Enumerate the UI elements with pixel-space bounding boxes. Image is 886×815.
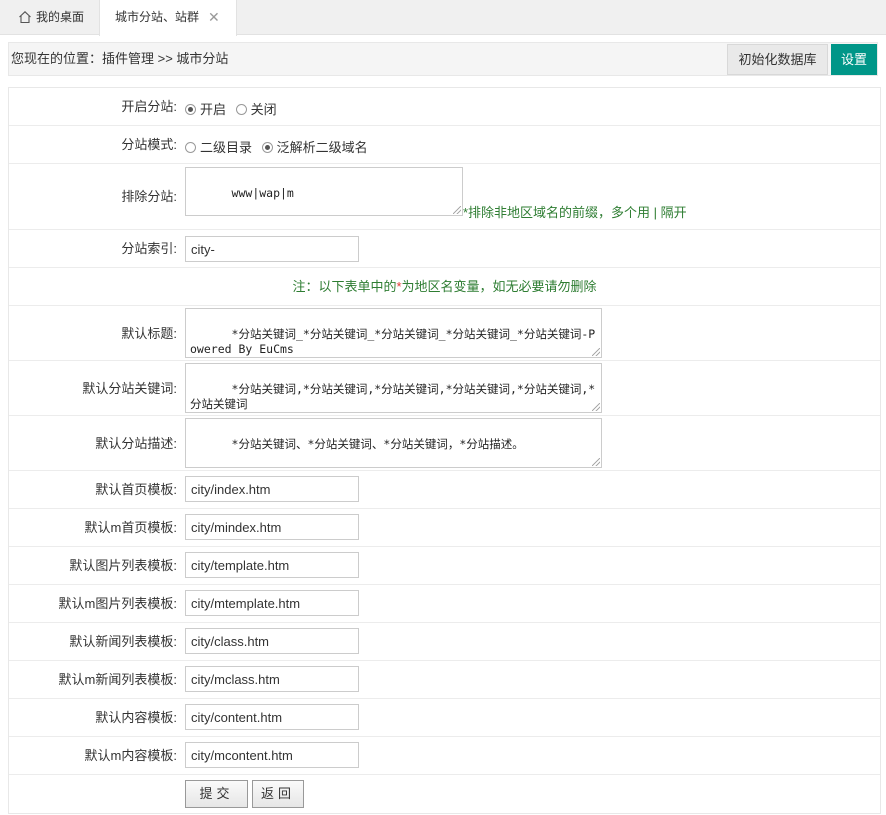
row-template-m-image-list: 默认m图片列表模板: [9,585,880,623]
tab-bar: 我的桌面 城市分站、站群 ✕ [0,0,886,36]
template-m-content-input[interactable] [185,742,359,768]
radio-icon[interactable] [261,142,273,153]
radio-label: 泛解析二级域名 [276,140,368,155]
template-label: 默认m首页模板: [84,520,177,535]
row-template-index: 默认首页模板: [9,471,880,509]
template-label: 默认内容模板: [95,710,177,725]
row-mode: 分站模式: 二级目录 泛解析二级域名 [9,126,880,164]
note-prefix: 注：以下表单中的 [292,279,397,294]
row-index: 分站索引: [9,230,880,268]
exclude-hint: *排除非地区域名的前缀，多个用 | 隔开 [463,205,687,220]
row-template-news-list: 默认新闻列表模板: [9,623,880,661]
template-label: 默认m内容模板: [84,748,177,763]
radio-mode-directory[interactable]: 二级目录 [185,137,252,156]
title-label: 默认标题: [121,326,177,341]
variable-note: 注：以下表单中的*为地区名变量，如无必要请勿删除 [9,268,880,306]
exclude-textarea[interactable]: www|wap|m [185,167,463,216]
location-bar: 您现在的位置：插件管理 >> 城市分站 初始化数据库 设置 [8,42,878,76]
tab-home[interactable]: 我的桌面 [0,0,98,35]
home-icon [19,11,31,24]
radio-enable-off[interactable]: 关闭 [235,99,277,118]
row-note: 注：以下表单中的*为地区名变量，如无必要请勿删除 [9,268,880,306]
template-label: 默认m新闻列表模板: [58,672,177,687]
row-description: 默认分站描述: *分站关键词、*分站关键词、*分站关键词，*分站描述。 [9,416,880,471]
description-value: *分站关键词、*分站关键词、*分站关键词，*分站描述。 [231,437,524,451]
index-input[interactable] [185,236,359,262]
row-enable: 开启分站: 开启 关闭 [9,88,880,126]
radio-label: 开启 [200,102,227,117]
index-label: 分站索引: [121,241,177,256]
row-template-content: 默认内容模板: [9,699,880,737]
template-label: 默认m图片列表模板: [58,596,177,611]
radio-icon[interactable] [185,104,196,115]
radio-label: 关闭 [250,102,277,117]
resize-handle-icon[interactable] [592,458,600,466]
template-label: 默认图片列表模板: [69,558,177,573]
enable-label: 开启分站: [121,99,177,114]
enable-options: 开启 关闭 [185,99,283,118]
template-label: 默认新闻列表模板: [69,634,177,649]
init-database-button[interactable]: 初始化数据库 [727,44,828,75]
template-m-news-list-input[interactable] [185,666,359,692]
row-keywords: 默认分站关键词: *分站关键词,*分站关键词,*分站关键词,*分站关键词,*分站… [9,361,880,416]
mode-label: 分站模式: [121,137,177,152]
resize-handle-icon[interactable] [453,206,461,214]
exclude-label: 排除分站: [121,189,177,204]
back-button[interactable]: 返回 [252,780,304,808]
tab-home-label: 我的桌面 [36,10,85,24]
settings-form: 开启分站: 开启 关闭 分站模式: 二级目录 泛解析二级域名 排除分站: www… [8,87,881,814]
template-news-list-input[interactable] [185,628,359,654]
row-template-m-news-list: 默认m新闻列表模板: [9,661,880,699]
row-template-mindex: 默认m首页模板: [9,509,880,547]
template-content-input[interactable] [185,704,359,730]
template-m-image-list-input[interactable] [185,590,359,616]
row-exclude: 排除分站: www|wap|m *排除非地区域名的前缀，多个用 | 隔开 [9,164,880,230]
title-textarea[interactable]: *分站关键词_*分站关键词_*分站关键词_*分站关键词_*分站关键词-Power… [185,308,602,358]
close-icon[interactable]: ✕ [208,0,220,34]
title-value: *分站关键词_*分站关键词_*分站关键词_*分站关键词_*分站关键词-Power… [190,327,596,356]
radio-icon[interactable] [235,104,247,115]
description-textarea[interactable]: *分站关键词、*分站关键词、*分站关键词，*分站描述。 [185,418,602,468]
submit-button[interactable]: 提交 [185,780,248,808]
row-template-m-content: 默认m内容模板: [9,737,880,775]
template-image-list-input[interactable] [185,552,359,578]
keywords-value: *分站关键词,*分站关键词,*分站关键词,*分站关键词,*分站关键词,*分站关键… [190,382,596,411]
template-label: 默认首页模板: [95,482,177,497]
template-mindex-input[interactable] [185,514,359,540]
radio-mode-wildcard[interactable]: 泛解析二级域名 [261,137,368,156]
settings-button[interactable]: 设置 [831,44,877,75]
resize-handle-icon[interactable] [592,348,600,356]
radio-enable-on[interactable]: 开启 [185,99,226,118]
tab-city-substation-label: 城市分站、站群 [115,10,200,24]
exclude-value: www|wap|m [231,186,294,200]
radio-label: 二级目录 [200,140,253,155]
row-title: 默认标题: *分站关键词_*分站关键词_*分站关键词_*分站关键词_*分站关键词… [9,306,880,361]
note-suffix: 为地区名变量，如无必要请勿删除 [401,279,597,294]
row-template-image-list: 默认图片列表模板: [9,547,880,585]
resize-handle-icon[interactable] [592,403,600,411]
breadcrumb: 您现在的位置：插件管理 >> 城市分站 [11,51,229,66]
mode-options: 二级目录 泛解析二级域名 [185,137,374,156]
description-label: 默认分站描述: [95,436,177,451]
keywords-label: 默认分站关键词: [82,381,177,396]
row-actions: 提交 返回 [9,775,880,813]
template-index-input[interactable] [185,476,359,502]
keywords-textarea[interactable]: *分站关键词,*分站关键词,*分站关键词,*分站关键词,*分站关键词,*分站关键… [185,363,602,413]
tab-city-substation[interactable]: 城市分站、站群 ✕ [99,0,237,36]
radio-icon[interactable] [185,142,196,153]
